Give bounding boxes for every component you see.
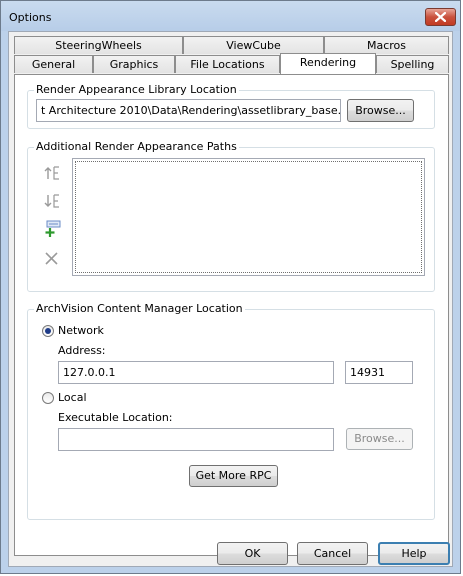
add-path-icon[interactable] [43,220,61,238]
dialog-client-area: SteeringWheels ViewCube Macros General G… [8,31,453,567]
radio-selected-dot [45,328,51,334]
list-focus-rect [75,161,422,273]
remove-icon[interactable] [43,250,61,268]
archvision-label: ArchVision Content Manager Location [34,302,245,315]
options-dialog: Options SteeringWheels ViewCube Macros G… [0,0,461,574]
additional-paths-label: Additional Render Appearance Paths [34,140,239,153]
tab-label: File Locations [190,58,265,71]
tab-label: General [31,58,76,71]
cancel-button[interactable]: Cancel [297,542,368,565]
ok-button[interactable]: OK [217,542,288,565]
network-label: Network [58,324,104,337]
library-browse-button[interactable]: Browse... [347,99,414,122]
executable-location-label: Executable Location: [58,411,173,424]
tab-viewcube[interactable]: ViewCube [183,36,324,54]
close-button[interactable] [425,8,456,26]
move-up-icon[interactable] [43,164,61,182]
window-title: Options [9,11,52,24]
tab-steeringwheels[interactable]: SteeringWheels [14,36,183,54]
executable-location-input[interactable] [58,428,334,451]
tab-label: Rendering [299,56,357,69]
library-location-label: Render Appearance Library Location [34,83,239,96]
tab-graphics[interactable]: Graphics [93,55,175,73]
tab-general[interactable]: General [14,55,93,73]
tab-label: ViewCube [226,39,281,52]
address-input[interactable]: 127.0.0.1 [58,361,334,384]
tab-label: Spelling [390,58,435,71]
tab-label: SteeringWheels [55,39,142,52]
help-button[interactable]: Help [378,542,450,565]
tab-label: Graphics [109,58,159,71]
network-radio[interactable] [42,325,54,337]
title-bar[interactable]: Options [1,1,460,31]
library-path-field[interactable]: t Architecture 2010\Data\Rendering\asset… [36,99,341,122]
rendering-panel: Render Appearance Library Location t Arc… [14,74,449,556]
tab-spelling[interactable]: Spelling [376,55,449,73]
get-more-rpc-button[interactable]: Get More RPC [189,465,278,487]
tab-macros[interactable]: Macros [324,36,449,54]
tab-rendering[interactable]: Rendering [280,53,376,74]
port-input[interactable]: 14931 [345,361,413,384]
move-down-icon[interactable] [43,192,61,210]
additional-paths-list[interactable] [72,158,425,276]
local-label: Local [58,391,87,404]
executable-browse-button[interactable]: Browse... [346,428,413,450]
address-label: Address: [58,344,106,357]
tab-file-locations[interactable]: File Locations [175,55,280,73]
local-radio[interactable] [42,392,54,404]
close-icon [435,12,446,22]
tab-label: Macros [366,39,407,52]
